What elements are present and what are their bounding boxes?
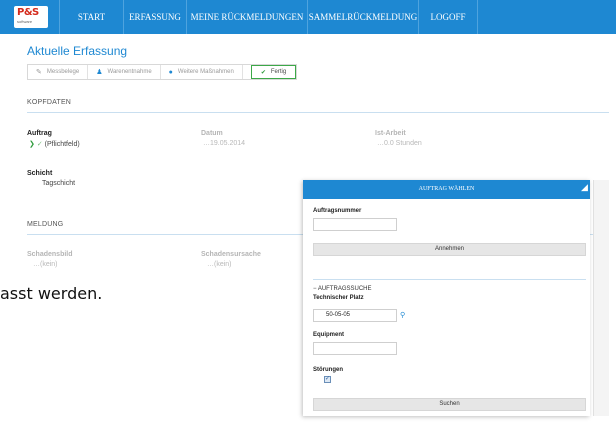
auftrag-field[interactable]: ❯ ✓ (Pflichtfeld) xyxy=(29,140,80,148)
schicht-value[interactable]: Tagschicht xyxy=(42,180,75,187)
nav-item-meine-rueckmeldungen[interactable]: MEINE RÜCKMELDUNGEN xyxy=(186,0,307,34)
close-icon[interactable]: ◢ xyxy=(581,182,588,193)
schicht-label: Schicht xyxy=(27,170,53,177)
ellipsis-icon: … xyxy=(207,261,214,268)
ist-arbeit-value[interactable]: …0.0 Stunden xyxy=(377,140,422,147)
auftrag-value: (Pflichtfeld) xyxy=(44,141,80,148)
ist-arbeit-label: Ist-Arbeit xyxy=(375,130,406,137)
search-icon[interactable]: ⚲ xyxy=(400,311,405,319)
wizard-step-weitere-massnahmen[interactable]: ● Weitere Maßnahmen xyxy=(161,65,243,79)
wizard-steps: ✎ Messbelege ♟ Warenentnahme ● Weitere M… xyxy=(27,64,298,80)
check-icon: ✔ xyxy=(260,69,266,76)
auftragsnummer-input[interactable] xyxy=(313,218,397,231)
suchen-button[interactable]: Suchen xyxy=(313,398,586,411)
datum-label: Datum xyxy=(201,130,223,137)
dialog-title: AUFTRAG WÄHLEN xyxy=(418,186,475,192)
auftragssuche-toggle[interactable]: − AUFTRAGSSUCHE xyxy=(313,286,372,292)
ellipsis-icon: … xyxy=(203,140,210,147)
equipment-label: Equipment xyxy=(313,332,344,338)
schadensbild-label: Schadensbild xyxy=(27,251,73,258)
logo-text: P&S xyxy=(17,7,39,18)
top-navigation-bar: P&S software START ERFASSUNG MEINE RÜCKM… xyxy=(0,0,616,34)
wizard-step-fertig[interactable]: ✔ Fertig xyxy=(250,65,297,79)
stoerungen-checkbox[interactable]: ✓ xyxy=(324,376,331,383)
ist-arbeit-text: 0.0 Stunden xyxy=(384,140,422,147)
circle-icon: ● xyxy=(168,68,173,76)
scrollbar[interactable] xyxy=(593,180,609,416)
auftrag-waehlen-dialog: AUFTRAG WÄHLEN ◢ Auftragsnummer Annehmen… xyxy=(303,180,590,416)
background-text: asst werden. xyxy=(0,284,103,303)
auftragsnummer-label: Auftragsnummer xyxy=(313,208,362,214)
annehmen-button[interactable]: Annehmen xyxy=(313,243,586,256)
dialog-header: AUFTRAG WÄHLEN ◢ xyxy=(303,180,590,199)
logo-subtext: software xyxy=(17,19,33,24)
pencil-icon: ✎ xyxy=(36,69,42,76)
datum-value[interactable]: …19.05.2014 xyxy=(203,140,245,147)
check-small-icon: ✓ xyxy=(36,141,43,148)
ellipsis-icon: … xyxy=(33,261,40,268)
nav-item-erfassung[interactable]: ERFASSUNG xyxy=(123,0,186,34)
section-heading-kopfdaten: KOPFDATEN xyxy=(27,99,72,106)
wizard-step-label: Weitere Maßnahmen xyxy=(177,69,234,75)
schadensbild-text: (kein) xyxy=(40,261,58,268)
auftragssuche-heading: AUFTRAGSSUCHE xyxy=(317,286,372,292)
ellipsis-icon: … xyxy=(377,140,384,147)
nav-item-start[interactable]: START xyxy=(59,0,123,34)
nav-item-logoff[interactable]: LOGOFF xyxy=(418,0,478,34)
section-heading-meldung: MELDUNG xyxy=(27,221,64,228)
schadensbild-value[interactable]: …(kein) xyxy=(33,261,58,268)
schadensursache-value[interactable]: …(kein) xyxy=(207,261,232,268)
dialog-divider xyxy=(313,279,586,280)
wizard-step-warenentnahme[interactable]: ♟ Warenentnahme xyxy=(88,65,161,79)
equipment-input[interactable] xyxy=(313,342,397,355)
wizard-step-messbelege[interactable]: ✎ Messbelege xyxy=(28,65,89,79)
wizard-step-label: Warenentnahme xyxy=(107,69,152,75)
schadensursache-text: (kein) xyxy=(214,261,232,268)
auftrag-label: Auftrag xyxy=(27,130,52,137)
chevron-right-icon: ❯ xyxy=(29,141,35,148)
company-logo[interactable]: P&S software xyxy=(14,6,48,28)
wizard-step-label: Fertig xyxy=(270,69,287,75)
person-icon: ♟ xyxy=(96,69,103,76)
section-divider xyxy=(27,112,609,113)
stoerungen-label: Störungen xyxy=(313,367,343,373)
nav-item-sammelrueckmeldung[interactable]: SAMMELRÜCKMELDUNG xyxy=(307,0,418,34)
page-title: Aktuelle Erfassung xyxy=(27,44,128,58)
wizard-step-label: Messbelege xyxy=(46,69,80,75)
datum-text: 19.05.2014 xyxy=(210,140,246,147)
technischer-platz-label: Technischer Platz xyxy=(313,295,364,301)
technischer-platz-input[interactable]: 50-05-05 xyxy=(313,309,397,322)
schadensursache-label: Schadensursache xyxy=(201,251,261,258)
